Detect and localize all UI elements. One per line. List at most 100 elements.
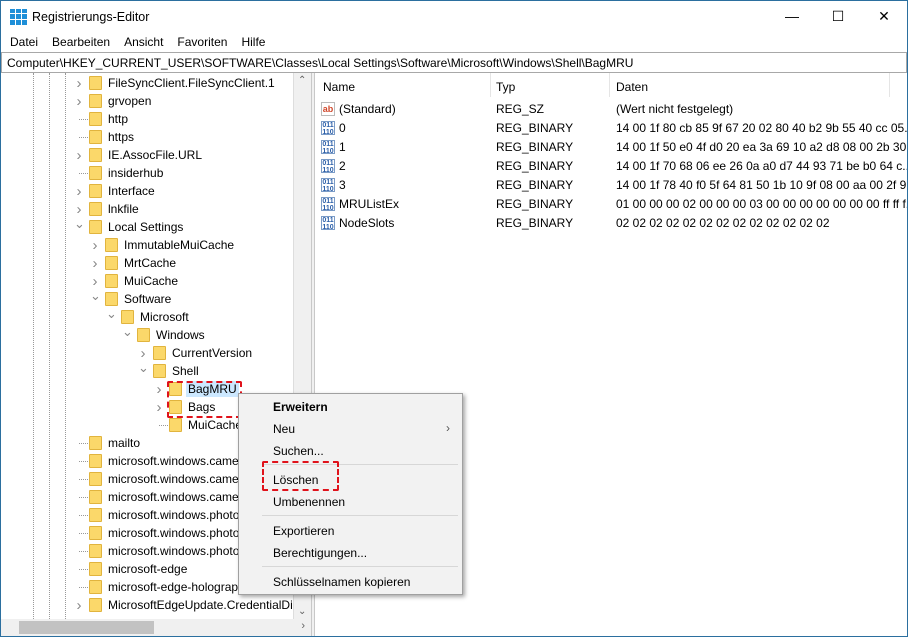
tree-item[interactable]: › MrtCache <box>1 254 293 272</box>
tree-item[interactable]: ⌄ Windows <box>1 324 293 344</box>
folder-icon <box>89 184 102 198</box>
tree-item-label: ImmutableMuiCache <box>124 238 235 252</box>
chevron-right-icon[interactable]: › <box>138 345 148 362</box>
menu-item-permissions[interactable]: Berechtigungen... <box>273 546 367 560</box>
chevron-down-icon[interactable]: ⌄ <box>74 216 85 232</box>
menu-item-export[interactable]: Exportieren <box>273 524 334 538</box>
tree-item[interactable]: › IE.AssocFile.URL <box>1 146 293 164</box>
menu-favoriten[interactable]: Favoriten <box>170 35 234 49</box>
menu-datei[interactable]: Datei <box>3 35 45 49</box>
tree-item[interactable]: › lnkfile <box>1 200 293 218</box>
tree-item-label: insiderhub <box>108 166 164 180</box>
menu-item-copy-key-name[interactable]: Schlüsselnamen kopieren <box>273 575 410 589</box>
menu-ansicht[interactable]: Ansicht <box>117 35 170 49</box>
scroll-down-icon[interactable]: ⌄ <box>298 606 306 617</box>
folder-icon <box>169 418 182 432</box>
tree-item[interactable]: › MicrosoftEdgeUpdate.CredentialDialogUse… <box>1 596 294 614</box>
tree-item[interactable]: › grvopen <box>1 92 293 110</box>
chevron-right-icon[interactable]: › <box>90 255 100 272</box>
folder-icon <box>89 544 102 558</box>
tree-item-label: MrtCache <box>124 256 177 270</box>
tree-item[interactable]: › ImmutableMuiCache <box>1 236 293 254</box>
tree-item-label: microsoft-edge-holographic <box>108 580 254 594</box>
value-row[interactable]: 011 110 1 REG_BINARY 14 00 1f 50 e0 4f d0 20… <box>315 137 907 156</box>
maximize-button[interactable]: ☐ <box>815 1 861 31</box>
tree-connector <box>79 515 88 516</box>
binary-value-icon: 011 110 <box>321 215 335 231</box>
tree-item-label: Software <box>124 292 172 306</box>
close-button[interactable]: ✕ <box>861 1 907 31</box>
scroll-right-icon[interactable]: › <box>301 620 305 632</box>
chevron-right-icon[interactable]: › <box>90 273 100 290</box>
scroll-up-icon[interactable]: ⌃ <box>298 75 306 86</box>
tree-item[interactable]: ⌄ Software <box>1 288 293 308</box>
chevron-right-icon[interactable]: › <box>74 183 84 200</box>
menu-item-find[interactable]: Suchen... <box>273 444 324 458</box>
folder-icon <box>89 220 102 234</box>
value-name: (Standard) <box>339 101 396 116</box>
tree-item[interactable]: › FileSyncClient.FileSyncClient.1 <box>1 74 293 92</box>
address-bar[interactable]: Computer\HKEY_CURRENT_USER\SOFTWARE\Clas… <box>1 52 907 73</box>
folder-icon <box>89 562 102 576</box>
tree-connector <box>79 137 88 138</box>
menu-bearbeiten[interactable]: Bearbeiten <box>45 35 117 49</box>
folder-icon <box>89 76 102 90</box>
value-type: REG_BINARY <box>496 215 574 230</box>
value-row[interactable]: 011 110 3 REG_BINARY 14 00 1f 78 40 f0 5f 64… <box>315 175 907 194</box>
tree-item-label: MuiCache <box>124 274 179 288</box>
tree-item[interactable]: http <box>1 110 293 128</box>
value-name: 3 <box>339 177 346 192</box>
binary-value-icon: 011 110 <box>321 120 335 136</box>
highlight-delete <box>262 461 339 491</box>
highlight-bagmru-bags <box>167 381 242 418</box>
value-data: (Wert nicht festgelegt) <box>616 101 734 116</box>
tree-item-label: https <box>108 130 135 144</box>
chevron-right-icon[interactable]: › <box>154 381 164 398</box>
folder-icon <box>89 580 102 594</box>
tree-item[interactable]: ⌄ Shell <box>1 360 293 380</box>
chevron-right-icon[interactable]: › <box>90 237 100 254</box>
list-header: Name Typ Daten <box>315 73 907 97</box>
binary-value-icon: 011 110 <box>321 196 335 212</box>
menu-item-rename[interactable]: Umbenennen <box>273 495 345 509</box>
value-row[interactable]: 011 110 0 REG_BINARY 14 00 1f 80 cb 85 9f 67… <box>315 118 907 137</box>
tree-item[interactable]: ⌄ Microsoft <box>1 306 293 326</box>
tree-item[interactable]: › MuiCache <box>1 272 293 290</box>
folder-icon <box>105 256 118 270</box>
value-row[interactable]: 011 110 NodeSlots REG_BINARY 02 02 02 02 02 … <box>315 213 907 232</box>
tree-item[interactable]: https <box>1 128 293 146</box>
value-data: 01 00 00 00 02 00 00 00 03 00 00 00 00 0… <box>616 196 908 211</box>
chevron-down-icon[interactable]: ⌄ <box>90 288 101 304</box>
tree-connector <box>79 479 88 480</box>
value-name: 2 <box>339 158 346 173</box>
folder-icon <box>89 202 102 216</box>
column-name[interactable]: Name <box>323 80 355 94</box>
chevron-down-icon[interactable]: ⌄ <box>138 360 149 376</box>
registry-editor-icon <box>10 8 27 25</box>
tree-horizontal-scrollbar[interactable]: › <box>1 619 311 636</box>
menu-hilfe[interactable]: Hilfe <box>234 35 272 49</box>
chevron-right-icon[interactable]: › <box>74 147 84 164</box>
column-type[interactable]: Typ <box>496 80 515 94</box>
chevron-down-icon[interactable]: ⌄ <box>122 324 133 340</box>
value-row[interactable]: ab (Standard) REG_SZ (Wert nicht festgelegt… <box>315 99 907 118</box>
scroll-thumb[interactable] <box>19 621 154 634</box>
chevron-down-icon[interactable]: ⌄ <box>106 306 117 322</box>
folder-icon <box>105 292 118 306</box>
value-row[interactable]: 011 110 2 REG_BINARY 14 00 1f 70 68 06 ee 26… <box>315 156 907 175</box>
tree-item[interactable]: insiderhub <box>1 164 293 182</box>
chevron-right-icon[interactable]: › <box>154 399 164 416</box>
value-row[interactable]: 011 110 MRUListEx REG_BINARY 01 00 00 00 02 … <box>315 194 907 213</box>
column-data[interactable]: Daten <box>616 80 648 94</box>
chevron-right-icon[interactable]: › <box>74 75 84 92</box>
minimize-button[interactable]: — <box>769 1 815 31</box>
tree-item[interactable]: ⌄ Local Settings <box>1 216 293 236</box>
chevron-right-icon[interactable]: › <box>74 201 84 218</box>
value-data: 14 00 1f 70 68 06 ee 26 0a a0 d7 44 93 7… <box>616 158 908 173</box>
menu-item-new[interactable]: Neu <box>273 422 295 436</box>
chevron-right-icon[interactable]: › <box>74 597 84 614</box>
menu-item-expand[interactable]: Erweitern <box>273 400 328 414</box>
value-name: MRUListEx <box>339 196 400 211</box>
tree-item[interactable]: › Interface <box>1 182 293 200</box>
chevron-right-icon[interactable]: › <box>74 93 84 110</box>
